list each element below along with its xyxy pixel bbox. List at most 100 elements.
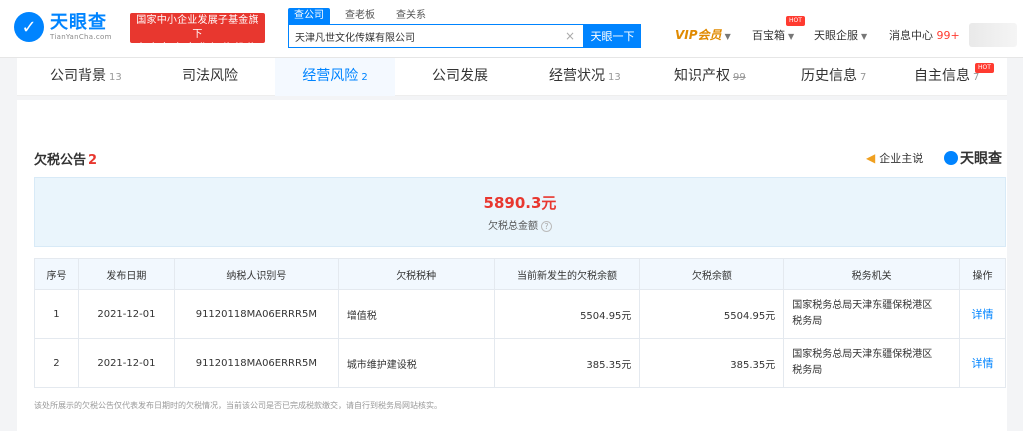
tianyancha-logo-icon xyxy=(944,151,958,165)
tab-count: 13 xyxy=(608,72,621,83)
col-header-authority: 税务机关 xyxy=(783,258,960,290)
tax-arrears-table: 序号 发布日期 纳税人识别号 欠税税种 当前新发生的欠税余额 欠税余额 税务机关… xyxy=(34,258,1006,388)
table-row: 1 2021-12-01 91120118MA06ERRR5M 增值税 5504… xyxy=(34,289,1006,339)
enterprise-claim-link[interactable]: ◀ 企业主说 xyxy=(866,150,923,166)
cell-new-balance: 385.35元 xyxy=(493,338,641,388)
col-header-new-balance: 当前新发生的欠税余额 xyxy=(493,258,641,290)
hot-badge: HOT xyxy=(975,63,994,73)
cell-tax-id: 91120118MA06ERRR5M xyxy=(173,289,339,339)
tab-count: 7 xyxy=(860,72,867,83)
tab-self-info[interactable]: 自主信息 7 xyxy=(914,58,979,96)
site-logo[interactable]: ✓ 天眼查 TianYanCha.com xyxy=(14,12,112,42)
disclaimer-footnote: 该处所展示的欠税公告仅代表发布日期时的欠税情况，当前该公司是否已完成税款缴交，请… xyxy=(34,401,442,410)
col-header-tax-type: 欠税税种 xyxy=(337,258,495,290)
chevron-down-icon: ▼ xyxy=(724,32,731,41)
search-tab-boss[interactable]: 查老板 xyxy=(339,8,381,24)
search-tab-company[interactable]: 查公司 xyxy=(288,8,330,24)
search-type-tabs: 查公司 查老板 查关系 xyxy=(288,8,441,24)
authority-line-2: 税务局 xyxy=(792,316,823,327)
tab-company-background[interactable]: 公司背景 13 xyxy=(50,58,122,96)
message-count: 99+ xyxy=(936,29,960,42)
tab-history[interactable]: 历史信息 7 xyxy=(801,58,866,96)
detail-link[interactable]: 详情 xyxy=(972,308,994,321)
cell-new-balance: 5504.95元 xyxy=(493,289,641,339)
vip-menu[interactable]: VIP会员 ▼ xyxy=(675,26,731,43)
cell-index: 2 xyxy=(34,338,79,388)
chevron-down-icon: ▼ xyxy=(861,32,868,41)
col-header-balance: 欠税余额 xyxy=(639,258,785,290)
search-tab-relation[interactable]: 查关系 xyxy=(390,8,432,24)
section-count: 2 xyxy=(88,153,98,168)
cell-balance: 5504.95元 xyxy=(639,289,785,339)
tab-label: 司法风险 xyxy=(182,68,238,84)
message-center[interactable]: 消息中心 99+ xyxy=(889,27,960,43)
authority-line-1: 国家税务总局天津东疆保税港区 xyxy=(792,300,933,311)
total-tax-amount: 5890.3元 xyxy=(483,194,557,212)
baibaoxiang-label: 百宝箱 xyxy=(752,29,785,42)
logo-text: 天眼查 xyxy=(50,11,107,33)
col-header-action: 操作 xyxy=(959,258,1006,290)
tab-label: 历史信息 xyxy=(801,68,857,84)
tab-count: 99 xyxy=(733,72,746,83)
section-title-text: 欠税公告 xyxy=(34,153,87,168)
cell-action: 详情 xyxy=(959,338,1006,388)
brand-text: 天眼查 xyxy=(960,151,1002,167)
cell-tax-type: 增值税 xyxy=(337,289,495,339)
tab-judicial-risk[interactable]: 司法风险 xyxy=(182,58,241,96)
tax-summary-box: 5890.3元 欠税总金额? xyxy=(34,177,1006,247)
cell-tax-id: 91120118MA06ERRR5M xyxy=(173,338,339,388)
cell-authority: 国家税务总局天津东疆保税港区 税务局 xyxy=(783,289,960,339)
qifu-menu[interactable]: 天眼企服 ▼ xyxy=(814,27,867,43)
tab-business-status[interactable]: 经营状况 13 xyxy=(549,58,621,96)
cell-date: 2021-12-01 xyxy=(77,289,175,339)
promo-banner[interactable]: 国家中小企业发展子基金旗下 官方备案企业征信机构 xyxy=(130,13,265,54)
authority-line-2: 税务局 xyxy=(792,365,823,376)
cell-authority: 国家税务总局天津东疆保税港区 税务局 xyxy=(783,338,960,388)
logo-subtext: TianYanCha.com xyxy=(50,32,112,41)
col-header-date: 发布日期 xyxy=(77,258,175,290)
cell-index: 1 xyxy=(34,289,79,339)
avatar[interactable] xyxy=(969,23,1017,47)
enterprise-claim-label: 企业主说 xyxy=(879,152,924,165)
chevron-down-icon: ▼ xyxy=(788,32,795,41)
tianyancha-logo-icon: ✓ xyxy=(14,12,44,42)
search-button[interactable]: 天眼一下 xyxy=(584,24,641,48)
cell-date: 2021-12-01 xyxy=(77,338,175,388)
tab-intellectual-property[interactable]: 知识产权 99 xyxy=(674,58,746,96)
tab-count: 7 xyxy=(973,72,980,83)
col-header-index: 序号 xyxy=(34,258,79,290)
message-center-label: 消息中心 xyxy=(889,29,933,42)
cell-tax-type: 城市维护建设税 xyxy=(337,338,495,388)
tab-count: 13 xyxy=(109,72,122,83)
megaphone-icon: ◀ xyxy=(866,151,876,165)
detail-link[interactable]: 详情 xyxy=(972,357,994,370)
cell-balance: 385.35元 xyxy=(639,338,785,388)
authority-line-1: 国家税务总局天津东疆保税港区 xyxy=(792,349,933,360)
qifu-label: 天眼企服 xyxy=(814,29,858,42)
tab-business-risk[interactable]: 经营风险 2 xyxy=(275,58,395,96)
vip-label: VIP会员 xyxy=(675,28,722,42)
hot-badge: HOT xyxy=(786,16,805,26)
tab-company-development[interactable]: 公司发展 xyxy=(432,58,491,96)
search-input[interactable] xyxy=(289,25,549,47)
search-box: × xyxy=(288,24,584,48)
table-header-row: 序号 发布日期 纳税人识别号 欠税税种 当前新发生的欠税余额 欠税余额 税务机关… xyxy=(34,258,1006,290)
tab-label: 知识产权 xyxy=(674,68,730,84)
tab-label: 自主信息 xyxy=(914,68,970,84)
tab-label: 公司背景 xyxy=(50,68,106,84)
cell-action: 详情 xyxy=(959,289,1006,339)
col-header-tax-id: 纳税人识别号 xyxy=(173,258,339,290)
tab-count: 2 xyxy=(361,72,368,83)
top-header: ✓ 天眼查 TianYanCha.com 国家中小企业发展子基金旗下 官方备案企… xyxy=(0,0,1023,58)
tab-label: 经营状况 xyxy=(549,68,605,84)
baibaoxiang-menu[interactable]: 百宝箱 ▼ xyxy=(752,27,794,43)
table-row: 2 2021-12-01 91120118MA06ERRR5M 城市维护建设税 … xyxy=(34,338,1006,388)
brand-watermark: 天眼查 xyxy=(944,148,1002,168)
clear-icon[interactable]: × xyxy=(565,29,575,43)
promo-line-1: 国家中小企业发展子基金旗下 xyxy=(136,15,259,40)
help-icon[interactable]: ? xyxy=(541,220,552,232)
promo-line-2: 官方备案企业征信机构 xyxy=(136,43,259,54)
total-tax-label: 欠税总金额 xyxy=(488,221,538,232)
section-title: 欠税公告 2 xyxy=(34,149,97,168)
tab-label: 经营风险 xyxy=(302,68,359,84)
